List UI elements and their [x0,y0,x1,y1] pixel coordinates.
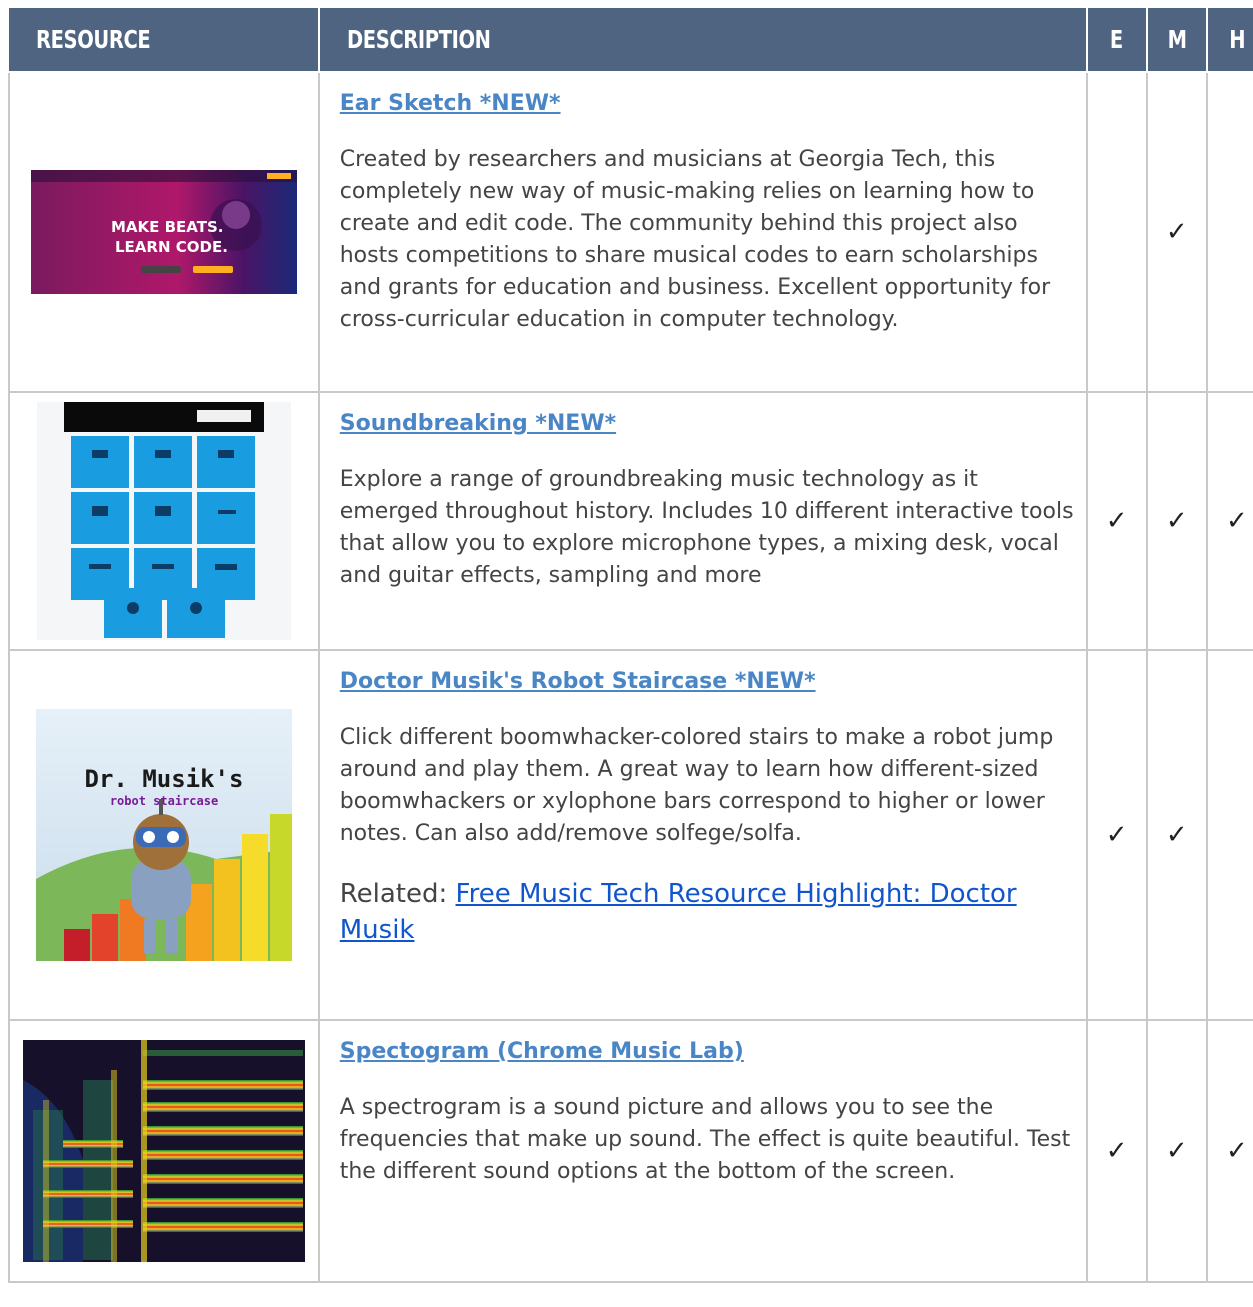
description-header: DESCRIPTION [317,8,1087,73]
header-row: RESOURCE DESCRIPTION E M H [9,8,1253,73]
middle-cell: ✓ [1145,649,1208,1021]
high-header: H [1205,8,1253,73]
table-row: MAKE BEATS. LEARN CODE. Ear Sketch *NEW*… [8,71,1253,393]
doctor-musik-thumb-title: Dr. Musik's [84,765,243,793]
earsketch-thumbnail[interactable]: MAKE BEATS. LEARN CODE. [30,170,297,294]
description-cell: Spectogram (Chrome Music Lab) A spectrog… [317,1019,1088,1283]
high-cell [1205,71,1253,393]
high-cell: ✓ [1205,391,1253,651]
resource-description: A spectrogram is a sound picture and all… [339,1095,1071,1184]
high-cell [1205,649,1253,1021]
middle-cell: ✓ [1145,391,1208,651]
elementary-cell: ✓ [1085,1019,1148,1283]
elementary-cell [1085,71,1148,393]
table-row: Spectogram (Chrome Music Lab) A spectrog… [8,1019,1253,1283]
doctor-musik-thumbnail[interactable]: Dr. Musik's robot staircase [35,709,292,961]
table-row: Soundbreaking *NEW* Explore a range of g… [8,391,1253,651]
resource-image-cell [8,391,320,651]
middle-cell: ✓ [1145,71,1208,393]
resource-description: Explore a range of groundbreaking music … [339,467,1074,588]
resource-title-link[interactable]: Doctor Musik's Robot Staircase *NEW* [340,669,1076,694]
doctor-musik-thumb-subtitle: robot staircase [110,794,218,808]
resource-image-cell [8,1019,320,1283]
resource-table: RESOURCE DESCRIPTION E M H MAKE BEATS. L… [8,8,1253,1283]
elementary-cell: ✓ [1085,391,1148,651]
resource-description: Created by researchers and musicians at … [339,147,1051,332]
resource-header: RESOURCE [9,8,319,73]
middle-header: M [1145,8,1207,73]
description-cell: Ear Sketch *NEW* Created by researchers … [317,71,1088,393]
resource-image-cell: Dr. Musik's robot staircase [8,649,320,1021]
resource-title-link[interactable]: Spectogram (Chrome Music Lab) [340,1039,1076,1064]
related-prefix: Related: [339,879,456,909]
description-cell: Doctor Musik's Robot Staircase *NEW* Cli… [317,649,1088,1021]
middle-cell: ✓ [1145,1019,1208,1283]
related-line: Related: Free Music Tech Resource Highli… [340,876,1076,948]
resource-description: Click different boomwhacker-colored stai… [339,725,1054,846]
earsketch-thumb-line1: MAKE BEATS. [111,218,224,236]
description-cell: Soundbreaking *NEW* Explore a range of g… [317,391,1088,651]
resource-image-cell: MAKE BEATS. LEARN CODE. [8,71,320,393]
table-row: Dr. Musik's robot staircase Doctor Musik… [8,649,1253,1021]
earsketch-thumb-line2: LEARN CODE. [115,238,228,256]
elementary-cell: ✓ [1085,649,1148,1021]
spectrogram-thumbnail[interactable] [22,1040,305,1262]
resource-title-link[interactable]: Soundbreaking *NEW* [340,411,1076,436]
elementary-header: E [1085,8,1147,73]
resource-title-link[interactable]: Ear Sketch *NEW* [340,91,1076,116]
soundbreaking-thumbnail[interactable] [36,402,291,640]
high-cell: ✓ [1205,1019,1253,1283]
